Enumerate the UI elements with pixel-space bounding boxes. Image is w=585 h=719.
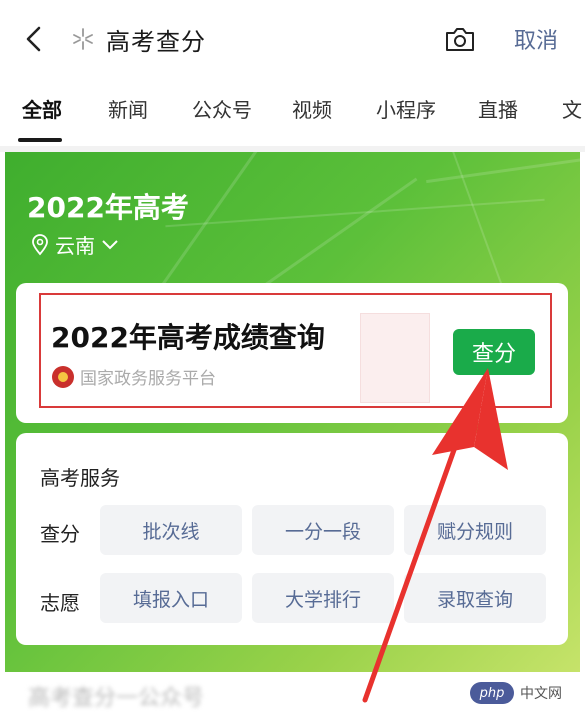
location-label: 云南 (55, 234, 95, 258)
service-application-entry[interactable]: 填报入口 (100, 573, 242, 623)
site-watermark-label: 中文网 (520, 686, 562, 702)
tab-live[interactable]: 直播 (478, 94, 518, 123)
banner-title: 2022年高考 (27, 191, 189, 224)
service-admission-query[interactable]: 录取查询 (404, 573, 546, 623)
search-query-text[interactable]: 高考查分 (106, 22, 206, 57)
service-score-rank[interactable]: 一分一段 (252, 505, 394, 555)
services-title: 高考服务 (40, 466, 120, 490)
camera-icon[interactable] (444, 24, 476, 54)
tab-bar: 全部 新闻 公众号 视频 小程序 直播 文 (0, 80, 585, 142)
search-bar: 高考查分 取消 (0, 0, 585, 78)
search-spark-icon (73, 28, 93, 50)
chevron-down-icon (102, 239, 118, 249)
active-tab-indicator (18, 138, 62, 142)
tab-official-accounts[interactable]: 公众号 (192, 94, 252, 123)
tab-news[interactable]: 新闻 (108, 94, 148, 123)
tab-videos[interactable]: 视频 (292, 94, 332, 123)
site-watermark: php 中文网 (470, 682, 562, 704)
service-scoring-rules[interactable]: 赋分规则 (404, 505, 546, 555)
back-arrow-icon[interactable] (20, 24, 50, 54)
next-result-item[interactable]: 高考查分一公众号 (28, 680, 204, 712)
location-selector[interactable]: 云南 (31, 230, 119, 259)
service-batch-line[interactable]: 批次线 (100, 505, 242, 555)
location-pin-icon (32, 233, 48, 255)
row-label-application: 志愿 (40, 591, 80, 615)
service-university-ranking[interactable]: 大学排行 (252, 573, 394, 623)
cancel-button[interactable]: 取消 (514, 23, 558, 55)
highlight-box (39, 293, 552, 408)
tab-mini-programs[interactable]: 小程序 (376, 94, 436, 123)
php-logo: php (470, 682, 514, 704)
tab-all[interactable]: 全部 (22, 94, 62, 123)
row-label-score: 查分 (40, 522, 80, 546)
tab-articles[interactable]: 文 (562, 94, 582, 123)
